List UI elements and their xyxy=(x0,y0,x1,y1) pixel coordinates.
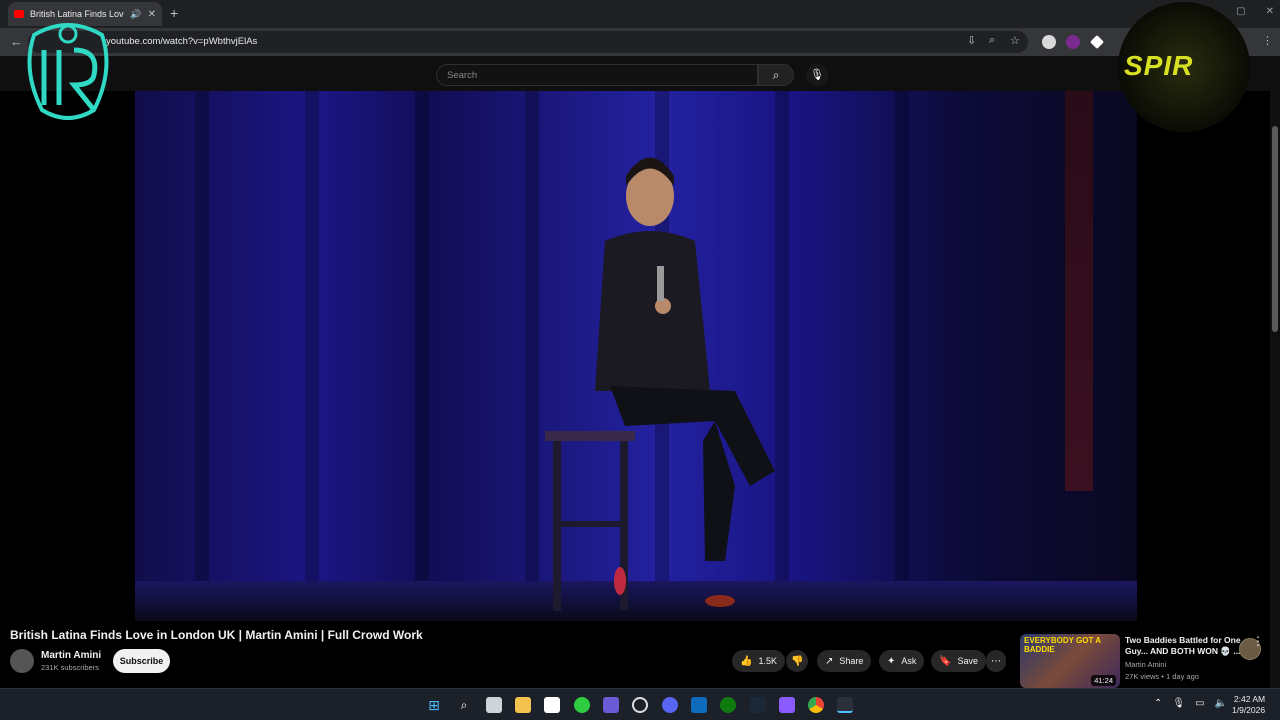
maximize-icon[interactable]: ▢ xyxy=(1236,6,1245,17)
green-app-icon[interactable] xyxy=(574,697,590,713)
recommended-channel-name[interactable]: Martin Amini xyxy=(1125,660,1166,669)
youtube-page: Search ⌕ 🎙 xyxy=(0,56,1280,688)
recommended-video-title[interactable]: Two Baddies Battled for One Guy... AND B… xyxy=(1125,635,1245,657)
browser-tab-strip: British Latina Finds Love in 🔊 ✕ + — ▢ ✕ xyxy=(0,0,1280,28)
red-curtain xyxy=(1065,91,1093,491)
curtain-fold xyxy=(195,91,209,621)
purple-app-icon[interactable] xyxy=(779,697,795,713)
install-app-icon[interactable]: ⇩ xyxy=(967,34,976,47)
stool-rung xyxy=(557,521,627,527)
voice-search-button[interactable]: 🎙 xyxy=(806,64,828,86)
subscribe-button[interactable]: Subscribe xyxy=(113,649,170,673)
logo-text: SPIR xyxy=(1124,50,1194,81)
recommendation-menu-icon[interactable]: ⋮ xyxy=(1252,634,1264,648)
comedian-sweater xyxy=(595,231,710,391)
steam-icon[interactable] xyxy=(750,697,766,713)
new-tab-button[interactable]: + xyxy=(170,5,178,21)
subscriber-count: 231K subscribers xyxy=(41,663,99,672)
grid-app-icon[interactable] xyxy=(603,697,619,713)
like-button[interactable]: 👍 1.5K xyxy=(732,650,785,672)
browser-toolbar: ← youtube.com/watch?v=pWbthvjElAs ⇩ ⌕ ☆ … xyxy=(0,28,1280,56)
chevron-up-icon[interactable]: ⌃ xyxy=(1154,698,1162,709)
channel-avatar[interactable] xyxy=(10,649,34,673)
ask-button[interactable]: ✦ Ask xyxy=(879,650,925,672)
stool-seat xyxy=(545,431,635,441)
video-title: British Latina Finds Love in London UK |… xyxy=(10,628,423,642)
search-input[interactable]: Search xyxy=(436,64,758,86)
logo-glyph xyxy=(41,47,98,112)
chrome-icon[interactable] xyxy=(808,697,824,713)
close-window-icon[interactable]: ✕ xyxy=(1266,6,1274,17)
ask-label: Ask xyxy=(901,656,917,666)
extension-g-icon[interactable] xyxy=(1042,35,1056,49)
logo-crest xyxy=(58,24,78,44)
bookmark-icon: 🔖 xyxy=(939,655,952,667)
volume-icon[interactable]: 🔈 xyxy=(1215,698,1227,709)
obs-icon[interactable] xyxy=(632,697,648,713)
close-tab-icon[interactable]: ✕ xyxy=(148,9,156,20)
speaker-icon[interactable]: 🔊 xyxy=(130,9,141,20)
comedian-figure xyxy=(545,157,775,611)
youtube-masthead: Search ⌕ 🎙 xyxy=(0,56,1280,91)
tab-title: British Latina Finds Love in xyxy=(30,9,124,19)
thumbs-up-icon: 👍 xyxy=(740,655,753,667)
page-scrollbar[interactable] xyxy=(1270,56,1280,688)
video-duration: 41:24 xyxy=(1091,675,1116,686)
browser-menu-icon[interactable]: ⋮ xyxy=(1262,34,1273,47)
curtain-fold xyxy=(415,91,429,621)
discord-icon[interactable] xyxy=(662,697,678,713)
recommended-video-meta: 27K views • 1 day ago xyxy=(1125,672,1199,681)
system-tray: ⌃ 🎙 ▭ 🔈 xyxy=(1154,698,1227,709)
youtube-favicon-icon xyxy=(14,10,24,18)
like-count: 1.5K xyxy=(758,656,777,666)
task-view-icon[interactable] xyxy=(486,697,502,713)
address-bar[interactable]: youtube.com/watch?v=pWbthvjElAs xyxy=(28,31,1028,53)
zoom-icon[interactable]: ⌕ xyxy=(989,34,995,47)
more-dots-icon: ⋯ xyxy=(991,655,1001,667)
thumbs-down-icon: 👎 xyxy=(791,655,804,667)
extension-diamond-icon[interactable] xyxy=(1090,35,1104,49)
network-icon[interactable]: ▭ xyxy=(1195,698,1204,709)
share-arrow-icon: ↗ xyxy=(825,655,834,667)
scrollbar-thumb[interactable] xyxy=(1272,126,1278,332)
thumbnail-caption: EVERYBODY GOT A BADDIE xyxy=(1024,636,1101,654)
bookmark-star-icon[interactable]: ☆ xyxy=(1010,34,1020,47)
red-bottle xyxy=(614,567,626,595)
active-app-icon[interactable] xyxy=(837,697,853,713)
microphone xyxy=(657,266,664,301)
search-icon[interactable]: ⌕ xyxy=(456,697,472,713)
curtain-fold xyxy=(895,91,909,621)
microphone-tray-icon[interactable]: 🎙 xyxy=(1172,698,1185,709)
search-button[interactable]: ⌕ xyxy=(758,64,794,86)
recommended-video-thumbnail[interactable]: EVERYBODY GOT A BADDIE 41:24 xyxy=(1020,634,1120,688)
search-icon: ⌕ xyxy=(772,68,780,82)
url-text[interactable]: youtube.com/watch?v=pWbthvjElAs xyxy=(106,36,257,47)
channel-logo-left xyxy=(27,23,109,120)
sparkle-icon: ✦ xyxy=(887,655,896,667)
extension-purple-icon[interactable] xyxy=(1066,35,1080,49)
comedian-shoe xyxy=(705,595,735,607)
clock-time: 2:42 AM xyxy=(1233,694,1266,704)
more-actions-button[interactable]: ⋯ xyxy=(986,650,1006,672)
share-label: Share xyxy=(839,656,864,666)
windows-start-icon[interactable]: ⊞ xyxy=(426,697,442,713)
save-button[interactable]: 🔖 Save xyxy=(931,650,986,672)
store-icon[interactable] xyxy=(544,697,560,713)
system-clock[interactable]: 2:42 AM 1/9/2026 xyxy=(1232,694,1265,716)
microphone-icon: 🎙 xyxy=(810,69,824,81)
channel-name[interactable]: Martin Amini xyxy=(41,650,101,661)
save-label: Save xyxy=(957,656,978,666)
clock-date: 1/9/2026 xyxy=(1232,705,1266,715)
taskbar: ⊞ ⌕ ⌃ 🎙 ▭ 🔈 2:42 AM 1/9/2026 xyxy=(0,688,1280,720)
share-button[interactable]: ↗ Share xyxy=(817,650,872,672)
outlook-icon[interactable] xyxy=(691,697,707,713)
video-player[interactable] xyxy=(135,91,1137,621)
xbox-icon[interactable] xyxy=(720,697,736,713)
file-explorer-icon[interactable] xyxy=(515,697,531,713)
curtain-fold xyxy=(305,91,319,621)
